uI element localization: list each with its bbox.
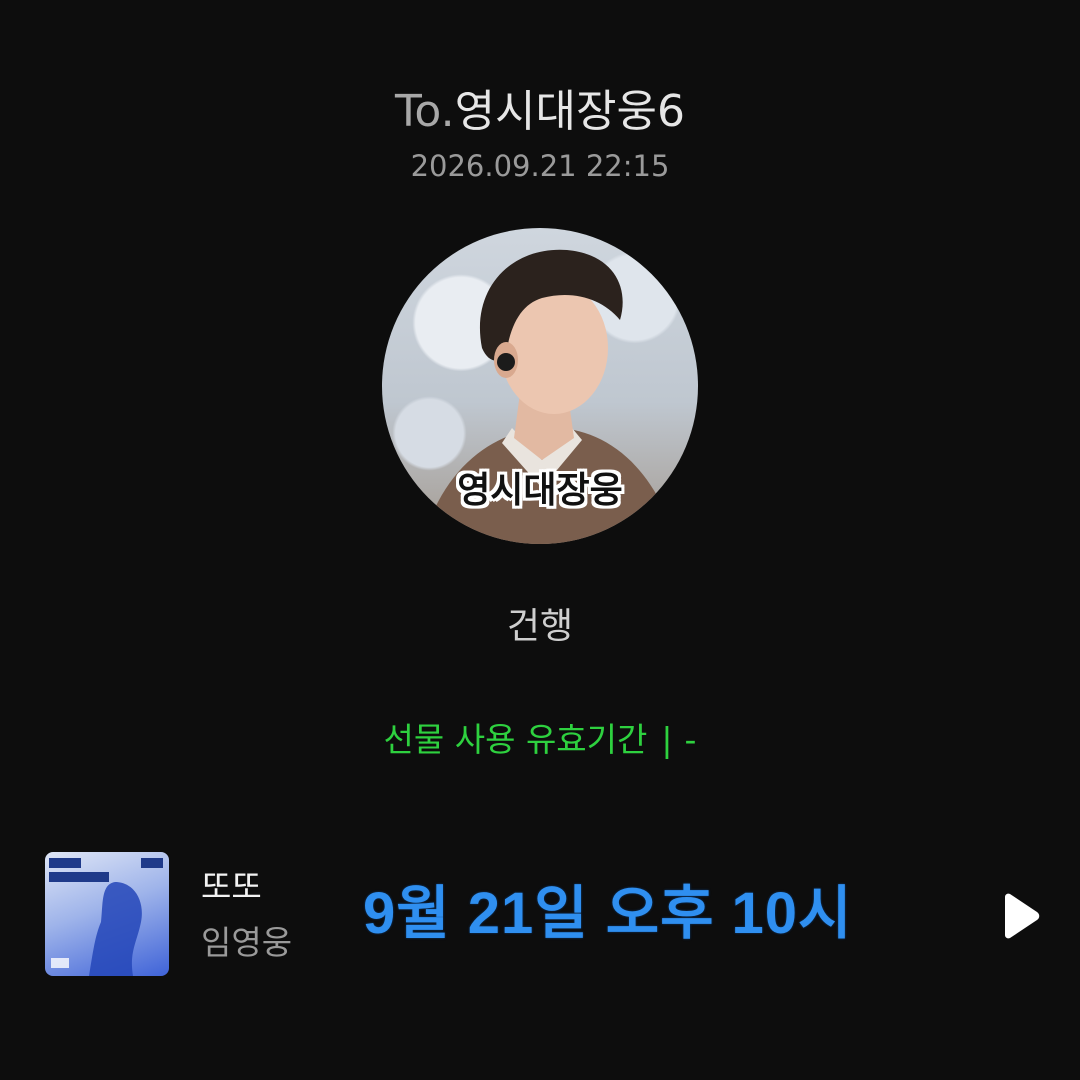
play-icon — [1005, 893, 1040, 939]
avatar-caption: 영시대장웅 — [457, 470, 623, 511]
album-cover-image[interactable] — [45, 852, 169, 976]
validity-label: 선물 사용 유효기간 — [383, 720, 648, 759]
music-player-bar[interactable]: 또또 임영웅 9월 21일 오후 10시 — [45, 852, 1045, 978]
gift-validity-period: 선물 사용 유효기간 | - — [0, 718, 1080, 762]
play-button[interactable] — [993, 890, 1045, 942]
recipient-avatar: 영시대장웅 — [382, 228, 698, 544]
song-title: 또또 — [201, 867, 262, 906]
recipient-name: 영시대장웅6 — [454, 86, 685, 137]
gift-message: 건행 — [506, 606, 574, 647]
validity-value: - — [684, 720, 697, 759]
song-artist: 임영웅 — [201, 923, 293, 962]
album-artwork — [49, 858, 163, 976]
validity-separator: | — [661, 720, 673, 759]
overlay-date-caption: 9월 21일 오후 10시 — [363, 881, 853, 946]
to-prefix: To. — [395, 86, 455, 137]
recipient-title: To.영시대장웅6 — [0, 82, 1080, 142]
sent-timestamp: 2026.09.21 22:15 — [410, 149, 670, 183]
